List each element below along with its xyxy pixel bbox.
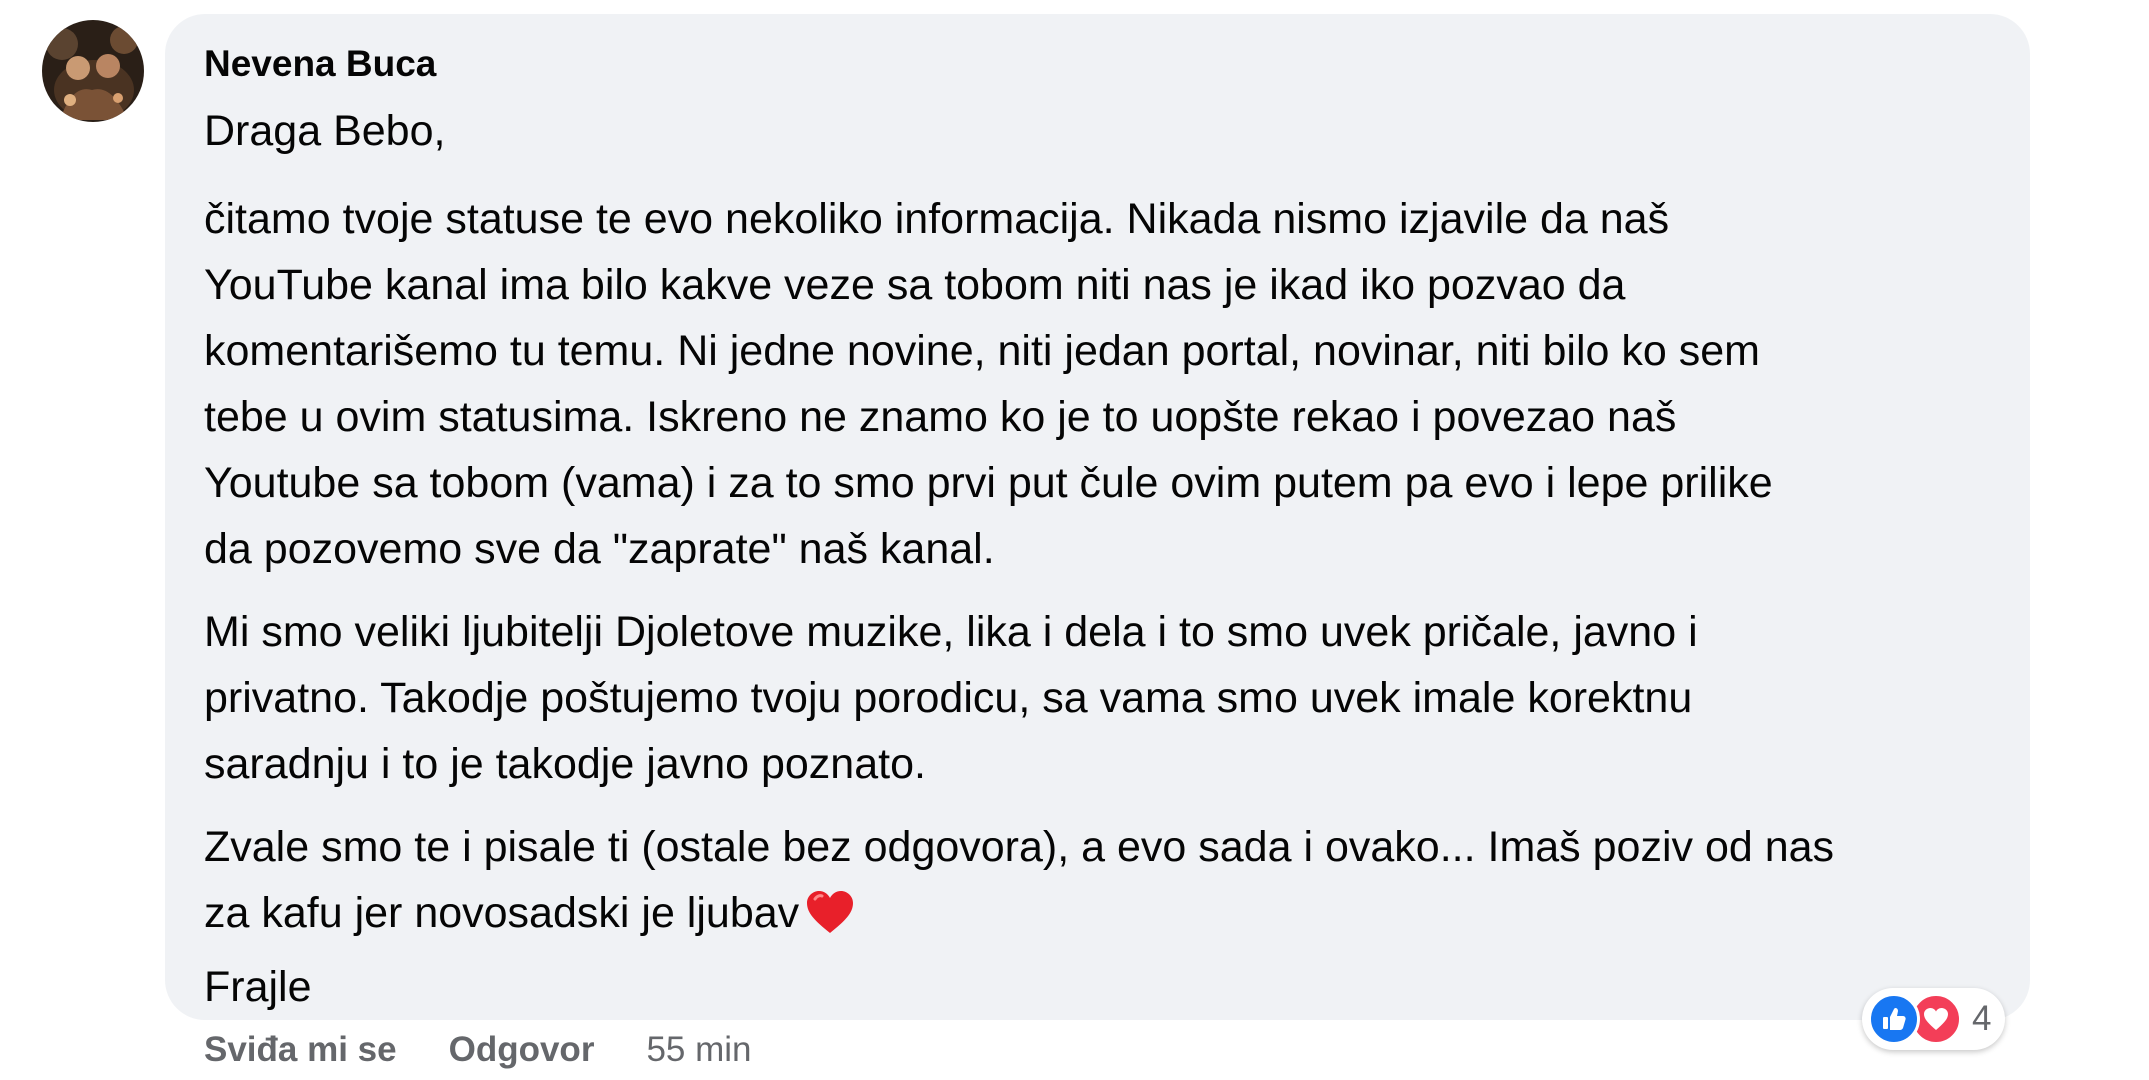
reply-button[interactable]: Odgovor (449, 1030, 595, 1070)
comment-line: tebe u ovim statusima. Iskreno ne znamo … (204, 393, 1677, 441)
like-reaction-icon (1868, 993, 1920, 1045)
comment-line-with-emoji: za kafu jer novosadski je ljubav (204, 880, 2004, 954)
comment-timestamp[interactable]: 55 min (646, 1030, 751, 1070)
comment-line: Zvale smo te i pisale ti (ostale bez odg… (204, 823, 1835, 871)
reaction-count: 4 (1972, 999, 1992, 1038)
comment-line: saradnju i to je takodje javno poznato. (204, 740, 926, 788)
comment-line: komentarišemo tu temu. Ni jedne novine, … (204, 327, 1760, 375)
heart-emoji-icon (805, 888, 855, 954)
like-button[interactable]: Sviđa mi se (204, 1030, 397, 1070)
comment-line: Youtube sa tobom (vama) i za to smo prvi… (204, 459, 1773, 507)
avatar-photo (42, 20, 144, 122)
author-avatar[interactable] (42, 20, 144, 122)
comment-line-text: za kafu jer novosadski je ljubav (204, 889, 800, 937)
comment-line: Draga Bebo, (204, 107, 446, 155)
comment-paragraph-2: Mi smo veliki ljubitelji Djoletove muzik… (204, 599, 2004, 797)
comment-paragraph-greeting: Draga Bebo, (204, 98, 2004, 164)
comment-author-name[interactable]: Nevena Buca (204, 42, 436, 86)
comment-line: privatno. Takodje poštujemo tvoju porodi… (204, 674, 1693, 722)
comment-actions: Sviđa mi se Odgovor 55 min (204, 1028, 752, 1072)
comment-line: YouTube kanal ima bilo kakve veze sa tob… (204, 261, 1626, 309)
comment-body: Draga Bebo, čitamo tvoje statuse te evo … (204, 98, 2004, 1020)
comment-line: da pozovemo sve da "zaprate" naš kanal. (204, 525, 995, 573)
comment-line: Mi smo veliki ljubitelji Djoletove muzik… (204, 608, 1698, 656)
comment-paragraph-1: čitamo tvoje statuse te evo nekoliko inf… (204, 186, 2004, 582)
comment-line: Frajle (204, 963, 312, 1011)
comment-paragraph-3: Zvale smo te i pisale ti (ostale bez odg… (204, 814, 2004, 1020)
reactions-summary[interactable]: 4 (1862, 988, 2006, 1050)
comment-line: čitamo tvoje statuse te evo nekoliko inf… (204, 195, 1670, 243)
